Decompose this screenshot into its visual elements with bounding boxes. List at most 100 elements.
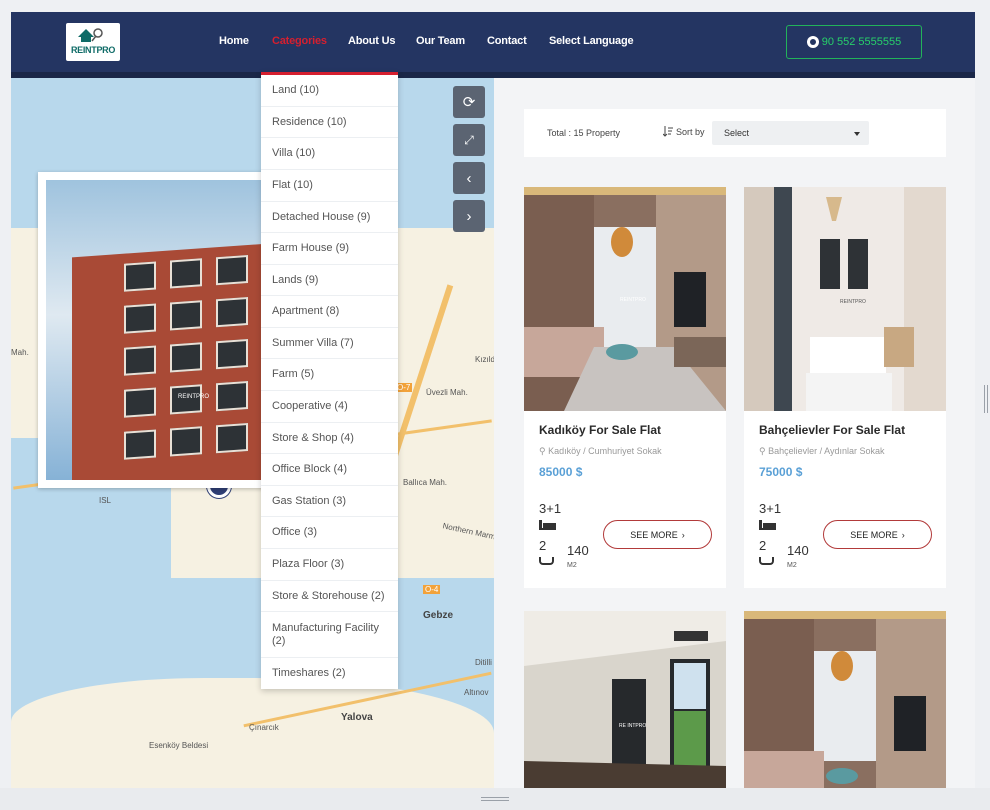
preview-watermark: REINTPRO: [178, 394, 210, 400]
resize-handle[interactable]: [984, 385, 988, 413]
caret-down-icon: [854, 132, 860, 136]
category-item[interactable]: Timeshares (2): [261, 658, 398, 689]
logo-text: REINTPRO: [70, 45, 116, 55]
property-photo[interactable]: REINTPRO: [744, 187, 946, 411]
property-card[interactable]: [744, 611, 946, 788]
map-label: Mah.: [11, 348, 29, 357]
category-item[interactable]: Gas Station (3): [261, 486, 398, 517]
see-more-button[interactable]: SEE MORE ›: [823, 520, 932, 549]
property-map[interactable]: Mah. Kızıld Üvezli Mah. Ballıca Mah. Nor…: [11, 78, 494, 788]
category-item[interactable]: Detached House (9): [261, 202, 398, 233]
category-item[interactable]: Apartment (8): [261, 296, 398, 328]
chevron-right-icon: ›: [901, 529, 905, 540]
site-header: REINTPRO Home Categories About Us Our Te…: [11, 12, 975, 72]
map-label: Çınarcık: [249, 723, 279, 732]
browser-viewport: REINTPRO Home Categories About Us Our Te…: [11, 12, 975, 788]
map-label: ISL: [99, 496, 112, 505]
refresh-icon[interactable]: ⟳: [453, 86, 485, 118]
property-address: ⚲ Bahçelievler / Aydınlar Sokak: [759, 446, 885, 456]
category-item[interactable]: Land (10): [261, 75, 398, 107]
category-item[interactable]: Store & Storehouse (2): [261, 581, 398, 612]
category-item[interactable]: Cooperative (4): [261, 391, 398, 423]
sort-icon: [663, 126, 673, 137]
category-item[interactable]: Plaza Floor (3): [261, 549, 398, 581]
site-logo[interactable]: REINTPRO: [66, 23, 120, 61]
nav-our-team[interactable]: Our Team: [416, 35, 465, 47]
property-title[interactable]: Bahçelievler For Sale Flat: [759, 423, 905, 437]
bed-icon: [759, 520, 776, 530]
category-item[interactable]: Manufacturing Facility (2): [261, 612, 398, 658]
map-road-sign: O-4: [423, 585, 441, 594]
photo-watermark: REINTPRO: [620, 297, 646, 303]
bed-icon: [539, 520, 556, 530]
map-label: Üvezli Mah.: [426, 388, 468, 397]
chevron-left-icon[interactable]: ‹: [453, 162, 485, 194]
property-card[interactable]: RE INTPRO: [524, 611, 726, 788]
living-room-photo: [744, 611, 946, 788]
map-label: Ditilli: [475, 658, 492, 667]
logo-house-icon: [78, 28, 103, 42]
bath-count: 2: [539, 538, 547, 553]
bath-count: 2: [759, 538, 767, 553]
property-card[interactable]: REINTPRO Bahçelievler For Sale Flat ⚲ Ba…: [744, 187, 946, 588]
map-label: Gebze: [423, 610, 454, 621]
sort-by-label: Sort by: [663, 126, 705, 137]
phone-number: 90 552 5555555: [821, 36, 902, 48]
preview-photo: REINTPRO: [46, 180, 280, 480]
map-land: [11, 678, 494, 788]
nav-contact[interactable]: Contact: [487, 35, 527, 47]
empty-room-photo: [524, 611, 726, 788]
horizontal-scrollbar[interactable]: [0, 788, 990, 810]
category-item[interactable]: Office Block (4): [261, 454, 398, 486]
category-item[interactable]: Villa (10): [261, 138, 398, 170]
chevron-right-icon[interactable]: ›: [453, 200, 485, 232]
category-item[interactable]: Flat (10): [261, 170, 398, 202]
fullscreen-icon[interactable]: ⤢: [453, 124, 485, 156]
category-item[interactable]: Farm (5): [261, 359, 398, 391]
categories-dropdown: Land (10) Residence (10) Villa (10) Flat…: [261, 72, 398, 689]
category-item[interactable]: Residence (10): [261, 107, 398, 138]
nav-home[interactable]: Home: [219, 35, 249, 47]
area-value: 140: [787, 543, 809, 558]
nav-about-us[interactable]: About Us: [348, 35, 395, 47]
area-unit: M2: [787, 562, 797, 569]
property-photo[interactable]: REINTPRO: [524, 187, 726, 411]
property-preview-popup[interactable]: REINTPRO: [38, 172, 288, 488]
building-illustration: [72, 242, 280, 480]
category-item[interactable]: Office (3): [261, 517, 398, 549]
room-count: 3+1: [759, 501, 782, 516]
property-title[interactable]: Kadıköy For Sale Flat: [539, 423, 661, 437]
category-item[interactable]: Farm House (9): [261, 233, 398, 265]
room-count: 3+1: [539, 501, 562, 516]
property-photo[interactable]: RE INTPRO: [524, 611, 726, 788]
map-label: Esenköy Beldesi: [149, 741, 209, 750]
whatsapp-icon: [806, 36, 819, 48]
map-label: Ballıca Mah.: [403, 478, 448, 487]
photo-watermark: REINTPRO: [840, 299, 866, 305]
category-item[interactable]: Store & Shop (4): [261, 423, 398, 454]
category-item[interactable]: Lands (9): [261, 265, 398, 296]
area-value: 140: [567, 543, 589, 558]
category-item[interactable]: Summer Villa (7): [261, 328, 398, 359]
whatsapp-phone-button[interactable]: 90 552 5555555: [786, 25, 922, 59]
chevron-right-icon: ›: [681, 529, 685, 540]
property-price: 75000 $: [759, 465, 803, 479]
bathtub-icon: [759, 557, 774, 565]
photo-watermark: RE INTPRO: [619, 723, 647, 729]
scrollbar-grip[interactable]: [481, 797, 509, 801]
property-photo[interactable]: [744, 611, 946, 788]
nav-select-language[interactable]: Select Language: [549, 35, 634, 47]
sort-select[interactable]: Select: [712, 121, 869, 145]
see-more-button[interactable]: SEE MORE ›: [603, 520, 712, 549]
map-label: Altınov: [464, 688, 489, 697]
map-label: Kızıld: [475, 355, 494, 364]
property-card[interactable]: REINTPRO Kadıköy For Sale Flat ⚲ Kadıköy…: [524, 187, 726, 588]
property-address: ⚲ Kadıköy / Cumhuriyet Sokak: [539, 446, 662, 456]
nav-categories[interactable]: Categories: [272, 35, 327, 47]
listing-toolbar: Total : 15 Property Sort by Select: [524, 109, 946, 157]
total-count: Total : 15 Property: [547, 128, 621, 138]
map-label: Yalova: [341, 712, 373, 723]
property-price: 85000 $: [539, 465, 583, 479]
area-unit: M2: [567, 562, 577, 569]
listing-panel: Total : 15 Property Sort by Select REINT…: [494, 78, 975, 788]
